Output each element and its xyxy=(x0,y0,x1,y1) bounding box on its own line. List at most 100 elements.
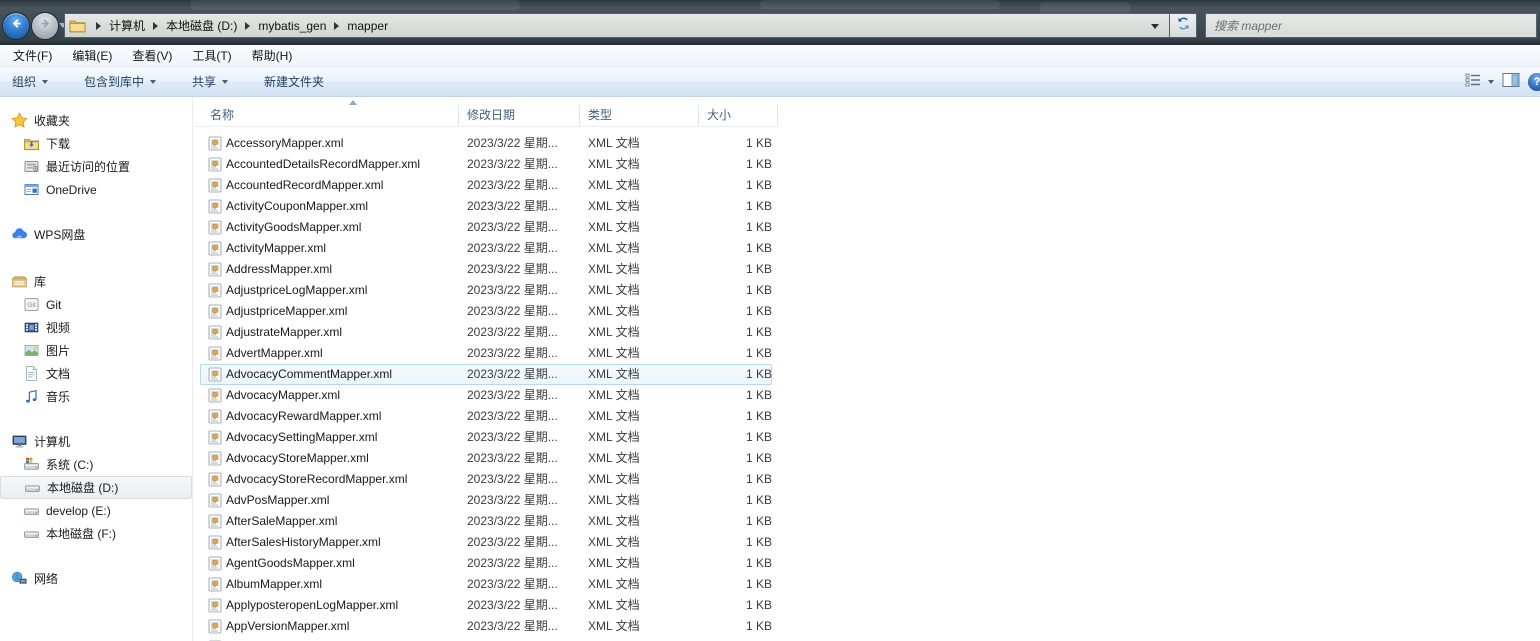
breadcrumb-item-0[interactable]: 计算机 xyxy=(109,17,145,34)
file-size: 1 KB xyxy=(594,385,772,406)
include-in-library-button[interactable]: 包含到库中 xyxy=(78,69,162,94)
column-header-1[interactable]: 修改日期 xyxy=(467,103,515,127)
command-toolbar: 组织包含到库中共享新建文件夹 ? xyxy=(0,67,1540,97)
table-row[interactable]: AgentGoodsMapper.xml2023/3/22 星期...XML 文… xyxy=(194,553,994,574)
sidebar-section-favorites[interactable]: 收藏夹 xyxy=(0,109,192,132)
table-row[interactable]: AdjustpriceMapper.xml2023/3/22 星期...XML … xyxy=(194,301,994,322)
share-button[interactable]: 共享 xyxy=(186,69,234,94)
table-row[interactable]: AccessoryMapper.xml2023/3/22 星期...XML 文档… xyxy=(194,133,994,154)
column-separator[interactable] xyxy=(458,105,459,125)
xml-document-icon xyxy=(208,325,222,340)
sidebar-item-label: 音乐 xyxy=(46,388,70,405)
breadcrumb-separator-icon[interactable] xyxy=(96,22,101,30)
sidebar-item-videos[interactable]: 视频 xyxy=(0,316,192,339)
new-folder-button[interactable]: 新建文件夹 xyxy=(258,69,330,94)
preview-pane-button[interactable] xyxy=(1502,72,1520,93)
breadcrumb-separator-icon[interactable] xyxy=(245,22,250,30)
sidebar-item-drive-c[interactable]: 系统 (C:) xyxy=(0,453,192,476)
breadcrumb-item-3[interactable]: mapper xyxy=(347,19,388,33)
table-row[interactable]: ApplyposteropenLogMapper.xml2023/3/22 星期… xyxy=(194,595,994,616)
file-name: AccountedRecordMapper.xml xyxy=(226,175,383,196)
svg-text:Git: Git xyxy=(27,302,36,309)
search-box[interactable] xyxy=(1205,13,1537,38)
file-date: 2023/3/22 星期... xyxy=(467,133,558,154)
change-view-button[interactable] xyxy=(1464,71,1494,94)
sidebar-item-documents[interactable]: 文档 xyxy=(0,362,192,385)
column-header-2[interactable]: 类型 xyxy=(588,103,612,127)
sidebar-item-onedrive[interactable]: OneDrive xyxy=(0,178,192,201)
table-row[interactable]: AfterSaleMapper.xml2023/3/22 星期...XML 文档… xyxy=(194,511,994,532)
sidebar-section-wps-cloud[interactable]: WPS网盘 xyxy=(0,223,192,246)
column-separator[interactable] xyxy=(777,105,778,125)
file-list-pane: 名称 修改日期 类型 大小 AccessoryMapper.xml2023/3/22 … xyxy=(194,97,1540,641)
table-row[interactable]: AddressMapper.xml2023/3/22 星期...XML 文档1 … xyxy=(194,259,994,280)
search-input[interactable] xyxy=(1206,14,1536,37)
file-size: 1 KB xyxy=(594,238,772,259)
file-date: 2023/3/22 星期... xyxy=(467,301,558,322)
help-button[interactable]: ? xyxy=(1528,73,1540,91)
breadcrumb-item-1[interactable]: 本地磁盘 (D:) xyxy=(166,17,237,34)
sidebar-item-drive-e[interactable]: develop (E:) xyxy=(0,499,192,522)
menu-item-3[interactable]: 工具(T) xyxy=(182,47,241,64)
file-size: 1 KB xyxy=(594,490,772,511)
column-separator[interactable] xyxy=(698,105,699,125)
sidebar-section-network[interactable]: 网络 xyxy=(0,567,192,590)
file-size: 1 KB xyxy=(594,469,772,490)
sidebar-item-git[interactable]: GitGit xyxy=(0,293,192,316)
breadcrumb-separator-icon[interactable] xyxy=(153,22,158,30)
table-row[interactable]: AdvocacySettingMapper.xml2023/3/22 星期...… xyxy=(194,427,994,448)
table-row[interactable]: AlbumMapper.xml2023/3/22 星期...XML 文档1 KB xyxy=(194,574,994,595)
breadcrumb-separator-icon[interactable] xyxy=(334,22,339,30)
sidebar-item-recent-places[interactable]: 最近访问的位置 xyxy=(0,155,192,178)
column-header-0[interactable]: 名称 xyxy=(210,103,234,127)
address-dropdown-icon[interactable] xyxy=(1151,24,1159,29)
address-bar[interactable]: 计算机 本地磁盘 (D:) mybatis_gen mapper xyxy=(64,13,1169,38)
sidebar-item-downloads[interactable]: 下载 xyxy=(0,132,192,155)
table-row[interactable]: AdvertMapper.xml2023/3/22 星期...XML 文档1 K… xyxy=(194,343,994,364)
table-row[interactable]: AdvocacyStoreRecordMapper.xml2023/3/22 星… xyxy=(194,469,994,490)
table-row[interactable]: AdvPosMapper.xml2023/3/22 星期...XML 文档1 K… xyxy=(194,490,994,511)
table-row[interactable]: ActivityMapper.xml2023/3/22 星期...XML 文档1… xyxy=(194,238,994,259)
sidebar-item-music[interactable]: 音乐 xyxy=(0,385,192,408)
sidebar-item-drive-f[interactable]: 本地磁盘 (F:) xyxy=(0,522,192,545)
table-row[interactable]: AppVersionMapper.xml2023/3/22 星期...XML 文… xyxy=(194,616,994,637)
preview-pane-icon xyxy=(1502,75,1520,92)
forward-button[interactable] xyxy=(31,12,59,40)
xml-document-icon xyxy=(208,178,222,193)
back-button[interactable] xyxy=(2,12,30,40)
organize-button[interactable]: 组织 xyxy=(6,69,54,94)
sidebar-section-computer[interactable]: 计算机 xyxy=(0,430,192,453)
menu-item-4[interactable]: 帮助(H) xyxy=(242,47,303,64)
file-size: 1 KB xyxy=(594,553,772,574)
file-name: AdvertMapper.xml xyxy=(226,343,323,364)
download-folder-icon xyxy=(23,135,40,152)
sidebar-item-pictures[interactable]: 图片 xyxy=(0,339,192,362)
sidebar-section-libraries[interactable]: 库 xyxy=(0,270,192,293)
table-row[interactable]: AccountedDetailsRecordMapper.xml2023/3/2… xyxy=(194,154,994,175)
table-row[interactable]: AccountedRecordMapper.xml2023/3/22 星期...… xyxy=(194,175,994,196)
menu-item-1[interactable]: 编辑(E) xyxy=(62,47,122,64)
column-header-3[interactable]: 大小 xyxy=(707,103,731,127)
chevron-down-icon xyxy=(1488,80,1494,84)
refresh-button[interactable] xyxy=(1169,13,1197,38)
table-row[interactable]: AdvocacyCommentMapper.xml2023/3/22 星期...… xyxy=(194,364,994,385)
table-row[interactable]: AdvocacyStoreMapper.xml2023/3/22 星期...XM… xyxy=(194,448,994,469)
table-row[interactable]: AfterSalesHistoryMapper.xml2023/3/22 星期.… xyxy=(194,532,994,553)
file-size: 1 KB xyxy=(594,511,772,532)
folder-icon xyxy=(69,18,86,33)
table-row[interactable]: AdvocacyMapper.xml2023/3/22 星期...XML 文档1… xyxy=(194,385,994,406)
file-name: AdvocacyStoreRecordMapper.xml xyxy=(226,469,407,490)
xml-document-icon xyxy=(208,367,222,382)
menu-item-0[interactable]: 文件(F) xyxy=(3,47,62,64)
column-separator[interactable] xyxy=(579,105,580,125)
table-row[interactable]: AdjustpriceLogMapper.xml2023/3/22 星期...X… xyxy=(194,280,994,301)
table-row[interactable]: AdjustrateMapper.xml2023/3/22 星期...XML 文… xyxy=(194,322,994,343)
table-row-partial[interactable] xyxy=(194,637,994,641)
table-row[interactable]: ActivityCouponMapper.xml2023/3/22 星期...X… xyxy=(194,196,994,217)
file-date: 2023/3/22 星期... xyxy=(467,532,558,553)
menu-item-2[interactable]: 查看(V) xyxy=(122,47,182,64)
table-row[interactable]: ActivityGoodsMapper.xml2023/3/22 星期...XM… xyxy=(194,217,994,238)
sidebar-item-drive-d[interactable]: 本地磁盘 (D:) xyxy=(0,476,192,499)
table-row[interactable]: AdvocacyRewardMapper.xml2023/3/22 星期...X… xyxy=(194,406,994,427)
breadcrumb-item-2[interactable]: mybatis_gen xyxy=(258,19,326,33)
